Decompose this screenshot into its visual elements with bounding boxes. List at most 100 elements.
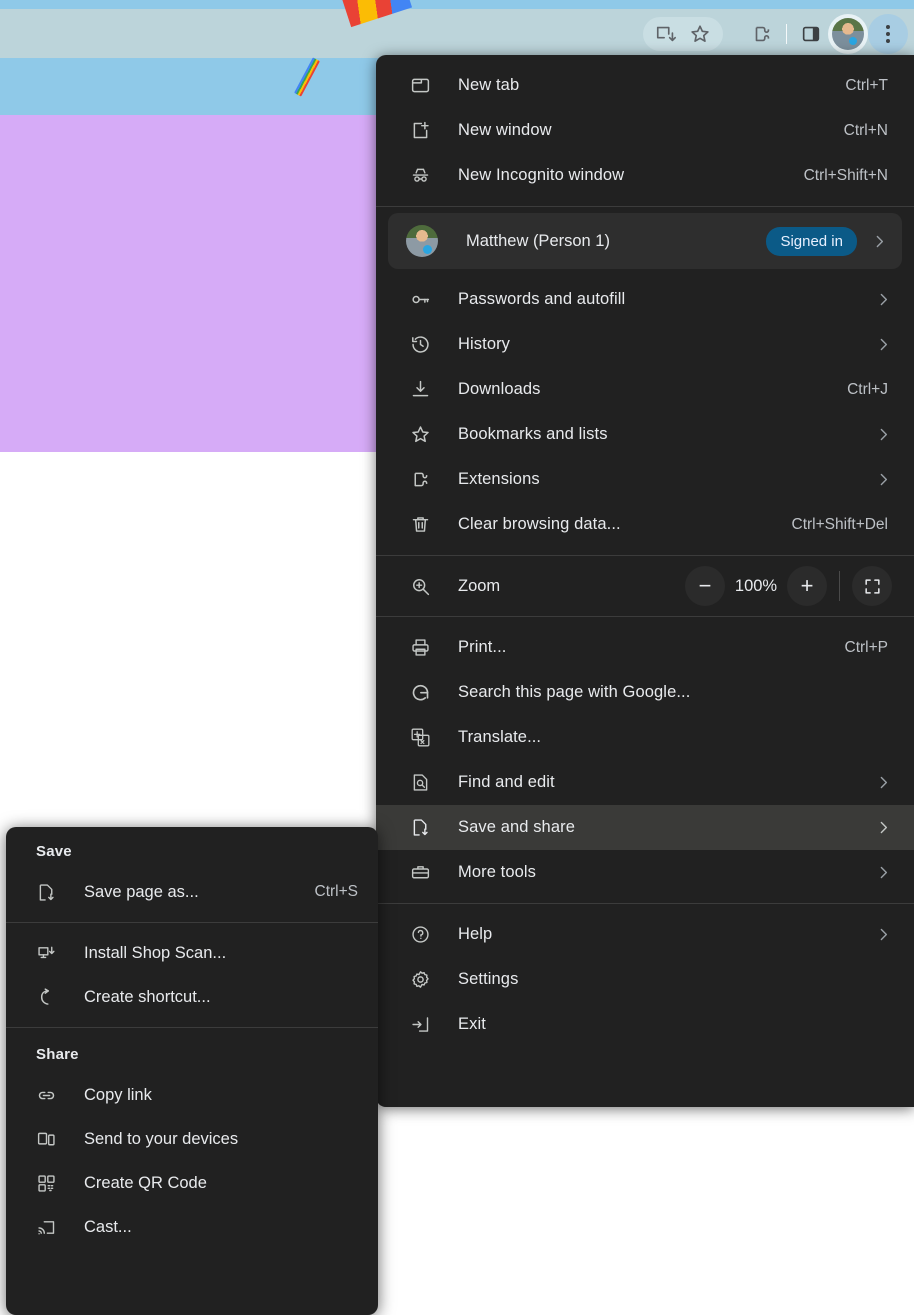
menu-item-new-incognito-window[interactable]: New Incognito window Ctrl+Shift+N <box>376 153 914 198</box>
chevron-right-icon <box>875 336 892 353</box>
submenu-save-header: Save <box>36 843 72 860</box>
menu-item-bookmarks-and-lists[interactable]: Bookmarks and lists <box>376 412 914 457</box>
submenu-item-cast[interactable]: Cast... <box>6 1205 378 1249</box>
chevron-right-icon <box>875 819 892 836</box>
submenu-item-label: Cast... <box>84 1217 132 1236</box>
menu-item-label: Settings <box>458 970 519 988</box>
menu-item-history[interactable]: History <box>376 322 914 367</box>
chevron-right-icon <box>871 233 888 250</box>
menu-item-shortcut: Ctrl+J <box>847 380 888 398</box>
chevron-right-icon <box>875 774 892 791</box>
chevron-right-icon <box>875 426 892 443</box>
chevron-right-icon <box>875 291 892 308</box>
menu-item-more-tools[interactable]: More tools <box>376 850 914 895</box>
toolbox-icon <box>410 862 436 883</box>
menu-item-label: New tab <box>458 76 520 94</box>
puzzle-icon <box>410 469 436 490</box>
submenu-item-shortcut: Ctrl+S <box>314 883 359 900</box>
google-g-icon <box>410 682 436 703</box>
menu-item-label: Downloads <box>458 380 541 398</box>
link-icon <box>36 1085 62 1106</box>
menu-item-shortcut: Ctrl+N <box>843 121 888 139</box>
zoom-level-value: 100% <box>734 576 778 595</box>
menu-item-label: History <box>458 335 511 353</box>
signed-in-badge: Signed in <box>766 226 857 256</box>
profile-avatar[interactable] <box>828 13 868 54</box>
menu-item-new-tab[interactable]: New tab Ctrl+T <box>376 63 914 108</box>
install-app-icon[interactable] <box>643 16 683 51</box>
submenu-item-label: Copy link <box>84 1085 152 1104</box>
menu-zoom-row: Zoom − 100% + <box>376 556 914 616</box>
menu-item-label: Print... <box>458 638 507 656</box>
star-icon <box>410 424 436 445</box>
menu-item-shortcut: Ctrl+P <box>844 638 889 656</box>
menu-group-page-actions: Print... Ctrl+P Search this page with Go… <box>376 617 914 903</box>
menu-item-label: Search this page with Google... <box>458 683 691 701</box>
save-and-share-submenu: Save Save page as... Ctrl+S Install Shop… <box>6 827 378 1315</box>
menu-item-downloads[interactable]: Downloads Ctrl+J <box>376 367 914 412</box>
three-dot-menu-icon[interactable] <box>868 13 908 54</box>
create-shortcut-icon <box>36 987 62 1008</box>
zoom-in-button[interactable]: + <box>787 566 827 606</box>
bookmark-star-icon[interactable] <box>683 16 723 51</box>
menu-group-browse: Passwords and autofill History Downloads… <box>376 277 914 555</box>
menu-item-shortcut: Ctrl+Shift+Del <box>791 515 888 533</box>
zoom-magnifier-icon <box>410 576 436 597</box>
submenu-item-label: Save page as... <box>84 882 199 901</box>
chrome-main-menu: New tab Ctrl+T New window Ctrl+N New Inc… <box>376 55 914 1107</box>
install-monitor-icon <box>36 943 62 964</box>
zoom-label: Zoom <box>458 576 501 595</box>
trash-icon <box>410 514 436 535</box>
history-icon <box>410 334 436 355</box>
save-share-icon <box>410 817 436 838</box>
menu-item-find-and-edit[interactable]: Find and edit <box>376 760 914 805</box>
menu-item-profile[interactable]: Matthew (Person 1) Signed in <box>388 213 902 269</box>
menu-item-print[interactable]: Print... Ctrl+P <box>376 625 914 670</box>
printer-icon <box>410 637 436 658</box>
zoom-controls: − 100% + <box>685 566 892 606</box>
profile-avatar-small <box>406 225 438 257</box>
menu-group-app: Help Settings Exit <box>376 904 914 1055</box>
menu-item-passwords-and-autofill[interactable]: Passwords and autofill <box>376 277 914 322</box>
save-page-icon <box>36 882 62 903</box>
submenu-item-install-app[interactable]: Install Shop Scan... <box>6 931 378 975</box>
submenu-item-create-shortcut[interactable]: Create shortcut... <box>6 975 378 1019</box>
submenu-divider <box>6 922 378 923</box>
menu-item-label: New window <box>458 121 552 139</box>
exit-icon <box>410 1014 436 1035</box>
submenu-item-copy-link[interactable]: Copy link <box>6 1073 378 1117</box>
submenu-divider <box>6 1027 378 1028</box>
menu-item-search-this-page-with-google[interactable]: Search this page with Google... <box>376 670 914 715</box>
devices-icon <box>36 1129 62 1150</box>
menu-item-label: Translate... <box>458 728 542 746</box>
submenu-item-label: Install Shop Scan... <box>84 943 227 962</box>
extensions-icon[interactable] <box>745 17 779 51</box>
submenu-share-header: Share <box>36 1046 79 1063</box>
avatar-image <box>832 17 864 50</box>
menu-item-label: Find and edit <box>458 773 555 791</box>
submenu-item-save-page-as[interactable]: Save page as... Ctrl+S <box>6 870 378 914</box>
menu-item-label: New Incognito window <box>458 166 625 184</box>
menu-item-translate[interactable]: Translate... <box>376 715 914 760</box>
menu-item-label: Clear browsing data... <box>458 515 621 533</box>
translate-icon <box>410 727 436 748</box>
menu-item-help[interactable]: Help <box>376 912 914 957</box>
menu-item-settings[interactable]: Settings <box>376 957 914 1002</box>
cast-icon <box>36 1217 62 1238</box>
menu-item-label: Save and share <box>458 818 575 836</box>
zoom-divider <box>839 571 840 601</box>
fullscreen-icon[interactable] <box>852 566 892 606</box>
menu-item-clear-browsing-data[interactable]: Clear browsing data... Ctrl+Shift+Del <box>376 502 914 547</box>
submenu-item-send-to-your-devices[interactable]: Send to your devices <box>6 1117 378 1161</box>
side-panel-icon[interactable] <box>794 17 828 51</box>
menu-item-save-and-share[interactable]: Save and share <box>376 805 914 850</box>
menu-item-new-window[interactable]: New window Ctrl+N <box>376 108 914 153</box>
zoom-out-button[interactable]: − <box>685 566 725 606</box>
submenu-item-label: Create shortcut... <box>84 987 211 1006</box>
settings-icon <box>410 969 436 990</box>
menu-item-extensions[interactable]: Extensions <box>376 457 914 502</box>
submenu-item-create-qr-code[interactable]: Create QR Code <box>6 1161 378 1205</box>
menu-item-shortcut: Ctrl+Shift+N <box>803 166 888 184</box>
menu-item-exit[interactable]: Exit <box>376 1002 914 1047</box>
incognito-icon <box>410 165 436 186</box>
